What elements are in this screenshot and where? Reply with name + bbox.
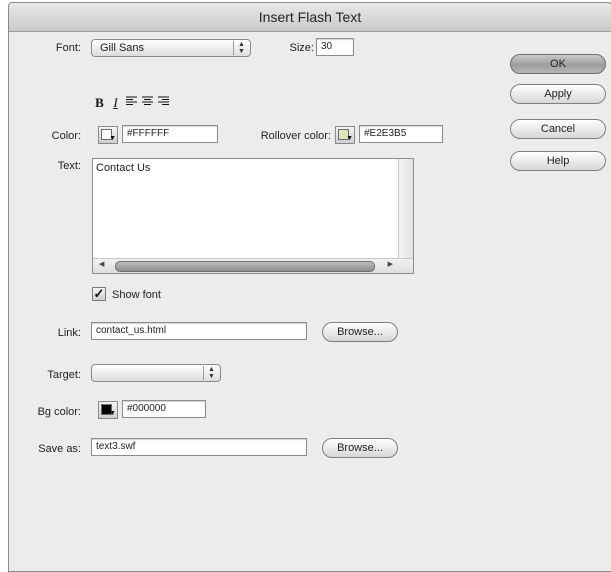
scroll-left-icon[interactable]: ◀ [99, 260, 104, 268]
checkmark-icon: ✓ [93, 286, 105, 301]
color-hex-input[interactable]: #FFFFFF [122, 125, 218, 143]
save-as-browse-button[interactable]: Browse... [322, 438, 398, 458]
rollover-color-swatch[interactable]: ▼ [335, 126, 355, 144]
bold-icon[interactable]: B [92, 94, 107, 110]
bg-color-swatch[interactable]: ▼ [98, 401, 118, 419]
bg-color-label: Bg color: [37, 406, 81, 418]
align-center-icon[interactable] [140, 94, 155, 110]
save-as-input[interactable]: text3.swf [91, 438, 307, 456]
vertical-scrollbar[interactable] [398, 159, 413, 259]
target-select[interactable]: ▲ ▼ [91, 364, 221, 382]
link-label: Link: [57, 327, 81, 339]
color-picker-icon: ▼ [346, 135, 353, 142]
italic-icon[interactable]: I [108, 94, 123, 110]
color-swatch[interactable]: ▼ [98, 126, 118, 144]
show-font-checkbox[interactable]: ✓ [92, 287, 106, 301]
popup-arrows-icon: ▲ ▼ [203, 366, 219, 380]
cancel-button[interactable]: Cancel [510, 119, 606, 139]
horizontal-scrollbar[interactable]: ◀ ▶ [93, 258, 413, 273]
bg-color-hex-input[interactable]: #000000 [122, 400, 206, 418]
text-area[interactable]: Contact Us ◀ ▶ [92, 158, 414, 274]
dialog-title: Insert Flash Text [9, 3, 611, 32]
rollover-color-hex-input[interactable]: #E2E3B5 [359, 125, 443, 143]
size-input[interactable]: 30 [316, 38, 354, 56]
color-picker-icon: ▼ [109, 410, 116, 417]
apply-button[interactable]: Apply [510, 84, 606, 104]
show-font-label: Show font [112, 289, 161, 301]
help-button[interactable]: Help [510, 151, 606, 171]
align-left-icon[interactable] [124, 94, 139, 110]
font-select[interactable]: Gill Sans ▲ ▼ [91, 39, 251, 57]
popup-arrows-icon: ▲ ▼ [233, 41, 249, 55]
font-label: Font: [55, 42, 81, 54]
insert-flash-text-dialog: Insert Flash Text Font: Gill Sans ▲ ▼ Siz… [8, 2, 611, 572]
target-label: Target: [47, 369, 81, 381]
rollover-color-label: Rollover color: [260, 130, 331, 142]
color-picker-icon: ▼ [109, 135, 116, 142]
text-area-content: Contact Us [96, 162, 151, 174]
text-label: Text: [57, 160, 81, 172]
size-label: Size: [289, 42, 314, 54]
align-right-icon[interactable] [156, 94, 171, 110]
save-as-label: Save as: [38, 443, 81, 455]
link-browse-button[interactable]: Browse... [322, 322, 398, 342]
font-value: Gill Sans [100, 42, 145, 54]
ok-button[interactable]: OK [510, 54, 606, 74]
color-label: Color: [51, 130, 81, 142]
scrollbar-thumb[interactable] [115, 261, 375, 272]
link-input[interactable]: contact_us.html [91, 322, 307, 340]
scroll-right-icon[interactable]: ▶ [388, 260, 393, 268]
